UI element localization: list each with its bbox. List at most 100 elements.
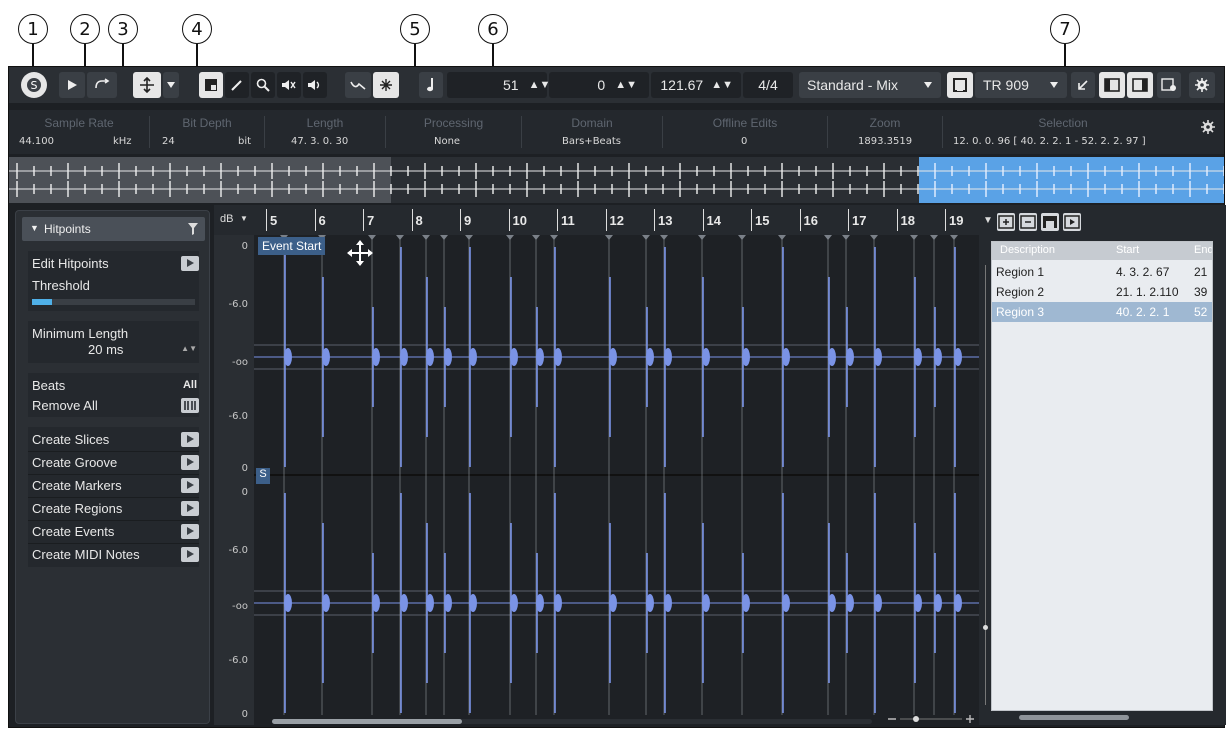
audio-position-field[interactable]: 51 ▲▼ (447, 72, 550, 98)
position-stepper-icon[interactable]: ▲▼ (529, 79, 551, 91)
offset-stepper-icon[interactable]: ▲▼ (615, 79, 637, 91)
info-label: Domain (571, 116, 613, 130)
draw-tool[interactable] (225, 72, 249, 98)
table-row[interactable]: Region 2 21. 1. 2.110 39 (992, 282, 1212, 302)
mute-tool[interactable] (277, 72, 301, 98)
beats-label: Beats (32, 378, 66, 393)
zoom-tool[interactable] (251, 72, 275, 98)
open-in-window-button[interactable] (1071, 72, 1095, 98)
remove-all-row[interactable]: Remove All (28, 395, 199, 417)
info-value: 47. 3. 0. 30 (291, 136, 349, 147)
create-regions-row[interactable]: Create Regions (28, 498, 199, 520)
create-groove-row[interactable]: Create Groove (28, 452, 199, 474)
loop-button[interactable] (87, 72, 117, 98)
play-tool[interactable] (303, 72, 327, 98)
create-midi-notes-row[interactable]: Create MIDI Notes (28, 544, 199, 566)
drum-kit-dropdown[interactable]: TR 909 (975, 72, 1067, 98)
play-button[interactable] (59, 72, 85, 98)
object-select-tool[interactable] (199, 72, 223, 98)
hitpoint-handle (532, 235, 540, 240)
play-icon (187, 527, 194, 535)
tool-dropdown-button[interactable] (163, 72, 179, 98)
callout-3: 3 (108, 14, 138, 44)
edit-hitpoints-button[interactable] (181, 256, 199, 271)
create-slices-button[interactable] (181, 432, 199, 447)
hitpoints-section-header[interactable]: ▼ Hitpoints (22, 217, 205, 241)
column-start[interactable]: Start (1116, 244, 1139, 256)
info-offline-edits[interactable]: Offline Edits 0 (663, 110, 827, 154)
info-zoom[interactable]: Zoom 1893.3519 (828, 110, 942, 154)
create-regions-button[interactable] (181, 501, 199, 516)
vertical-zoom-slider[interactable] (983, 265, 988, 705)
table-row-selected[interactable]: Region 3 40. 2. 2. 1 52 (992, 302, 1212, 322)
mix-preset-dropdown[interactable]: Standard - Mix (799, 72, 941, 98)
filter-icon[interactable] (187, 222, 199, 236)
create-markers-row[interactable]: Create Markers (28, 475, 199, 497)
info-bit-depth[interactable]: Bit Depth 24 bit (150, 110, 264, 154)
auto-scroll-button[interactable] (345, 72, 371, 98)
select-region-button[interactable] (1041, 213, 1059, 231)
create-midi-notes-button[interactable] (181, 547, 199, 562)
threshold-slider[interactable] (32, 299, 195, 305)
right-zone-toggle[interactable] (1127, 72, 1153, 98)
transient-body (510, 348, 518, 366)
info-domain[interactable]: Domain Bars+Beats (522, 110, 662, 154)
tempo-field[interactable]: 121.67 ▲▼ (651, 72, 741, 98)
ruler-tick-label: 13 (658, 213, 673, 228)
collapse-triangle-icon[interactable]: ▼ (983, 215, 993, 226)
action-label: Create Markers (32, 478, 122, 493)
tool-range-button[interactable] (133, 72, 161, 98)
play-icon (187, 259, 194, 267)
create-events-button[interactable] (181, 524, 199, 539)
zoom-slider[interactable] (886, 713, 976, 725)
offset-field[interactable]: 0 ▲▼ (549, 72, 649, 98)
add-region-button[interactable] (997, 213, 1015, 231)
regions-scrollbar[interactable] (1019, 715, 1129, 720)
column-description[interactable]: Description (1000, 244, 1055, 256)
scrollbar-thumb[interactable] (272, 719, 462, 724)
callout-2: 2 (70, 14, 100, 44)
window-layout-button[interactable] (1157, 72, 1181, 98)
kit-button[interactable] (947, 72, 973, 98)
waveform-display[interactable] (254, 235, 979, 715)
create-slices-row[interactable]: Create Slices (28, 429, 199, 451)
event-start-handle[interactable]: Event Start (258, 237, 326, 255)
transient-body (664, 594, 672, 612)
info-processing[interactable]: Processing None (386, 110, 521, 154)
create-groove-button[interactable] (181, 455, 199, 470)
action-label: Create Groove (32, 455, 118, 470)
create-markers-button[interactable] (181, 478, 199, 493)
solo-editor-button[interactable]: S (21, 72, 47, 98)
column-end[interactable]: End (1194, 244, 1212, 256)
musical-mode-button[interactable] (419, 72, 443, 98)
edit-hitpoints-row[interactable]: Edit Hitpoints (28, 253, 199, 275)
create-events-row[interactable]: Create Events (28, 521, 199, 543)
horizontal-scrollbar[interactable] (272, 719, 872, 724)
snap-zero-crossing-button[interactable] (373, 72, 399, 98)
table-row[interactable]: Region 1 4. 3. 2. 67 21 (992, 262, 1212, 282)
toolbar: S 51 ▲▼ 0 ▲▼ 121.67 ▲▼ 4/4 Standard - Mi… (9, 67, 1224, 103)
transient-body (782, 594, 790, 612)
solo-icon: S (27, 78, 41, 92)
snap-point-marker[interactable]: S (256, 468, 270, 484)
info-length[interactable]: Length 47. 3. 0. 30 (265, 110, 385, 154)
chevron-down-icon[interactable]: ▼ (240, 214, 248, 223)
settings-button[interactable] (1189, 72, 1215, 98)
hitpoints-title: Hitpoints (44, 222, 91, 236)
remove-region-button[interactable] (1019, 213, 1037, 231)
beats-value[interactable]: All (183, 379, 197, 391)
overview-line[interactable] (9, 157, 1224, 203)
remove-all-button[interactable] (181, 398, 199, 413)
tempo-stepper-icon[interactable]: ▲▼ (711, 79, 733, 91)
info-sample-rate[interactable]: Sample Rate 44.100 kHz (9, 110, 149, 154)
minimum-length-field[interactable]: 20 ms ▲▼ (28, 339, 199, 361)
info-selection[interactable]: Selection 12. 0. 0. 96 [ 40. 2. 2. 1 - 5… (943, 110, 1183, 154)
ruler[interactable]: dB ▼ 5 6 7 8 9 10 11 12 13 14 15 16 17 18 19 (214, 205, 979, 235)
chevron-down-icon (1050, 82, 1058, 88)
signature-field[interactable]: 4/4 (743, 72, 793, 98)
stepper-icon[interactable]: ▲▼ (181, 344, 197, 353)
info-line-settings-button[interactable] (1201, 120, 1215, 139)
beats-row[interactable]: Beats All (28, 375, 199, 397)
play-region-button[interactable] (1063, 213, 1081, 231)
left-zone-toggle[interactable] (1099, 72, 1125, 98)
